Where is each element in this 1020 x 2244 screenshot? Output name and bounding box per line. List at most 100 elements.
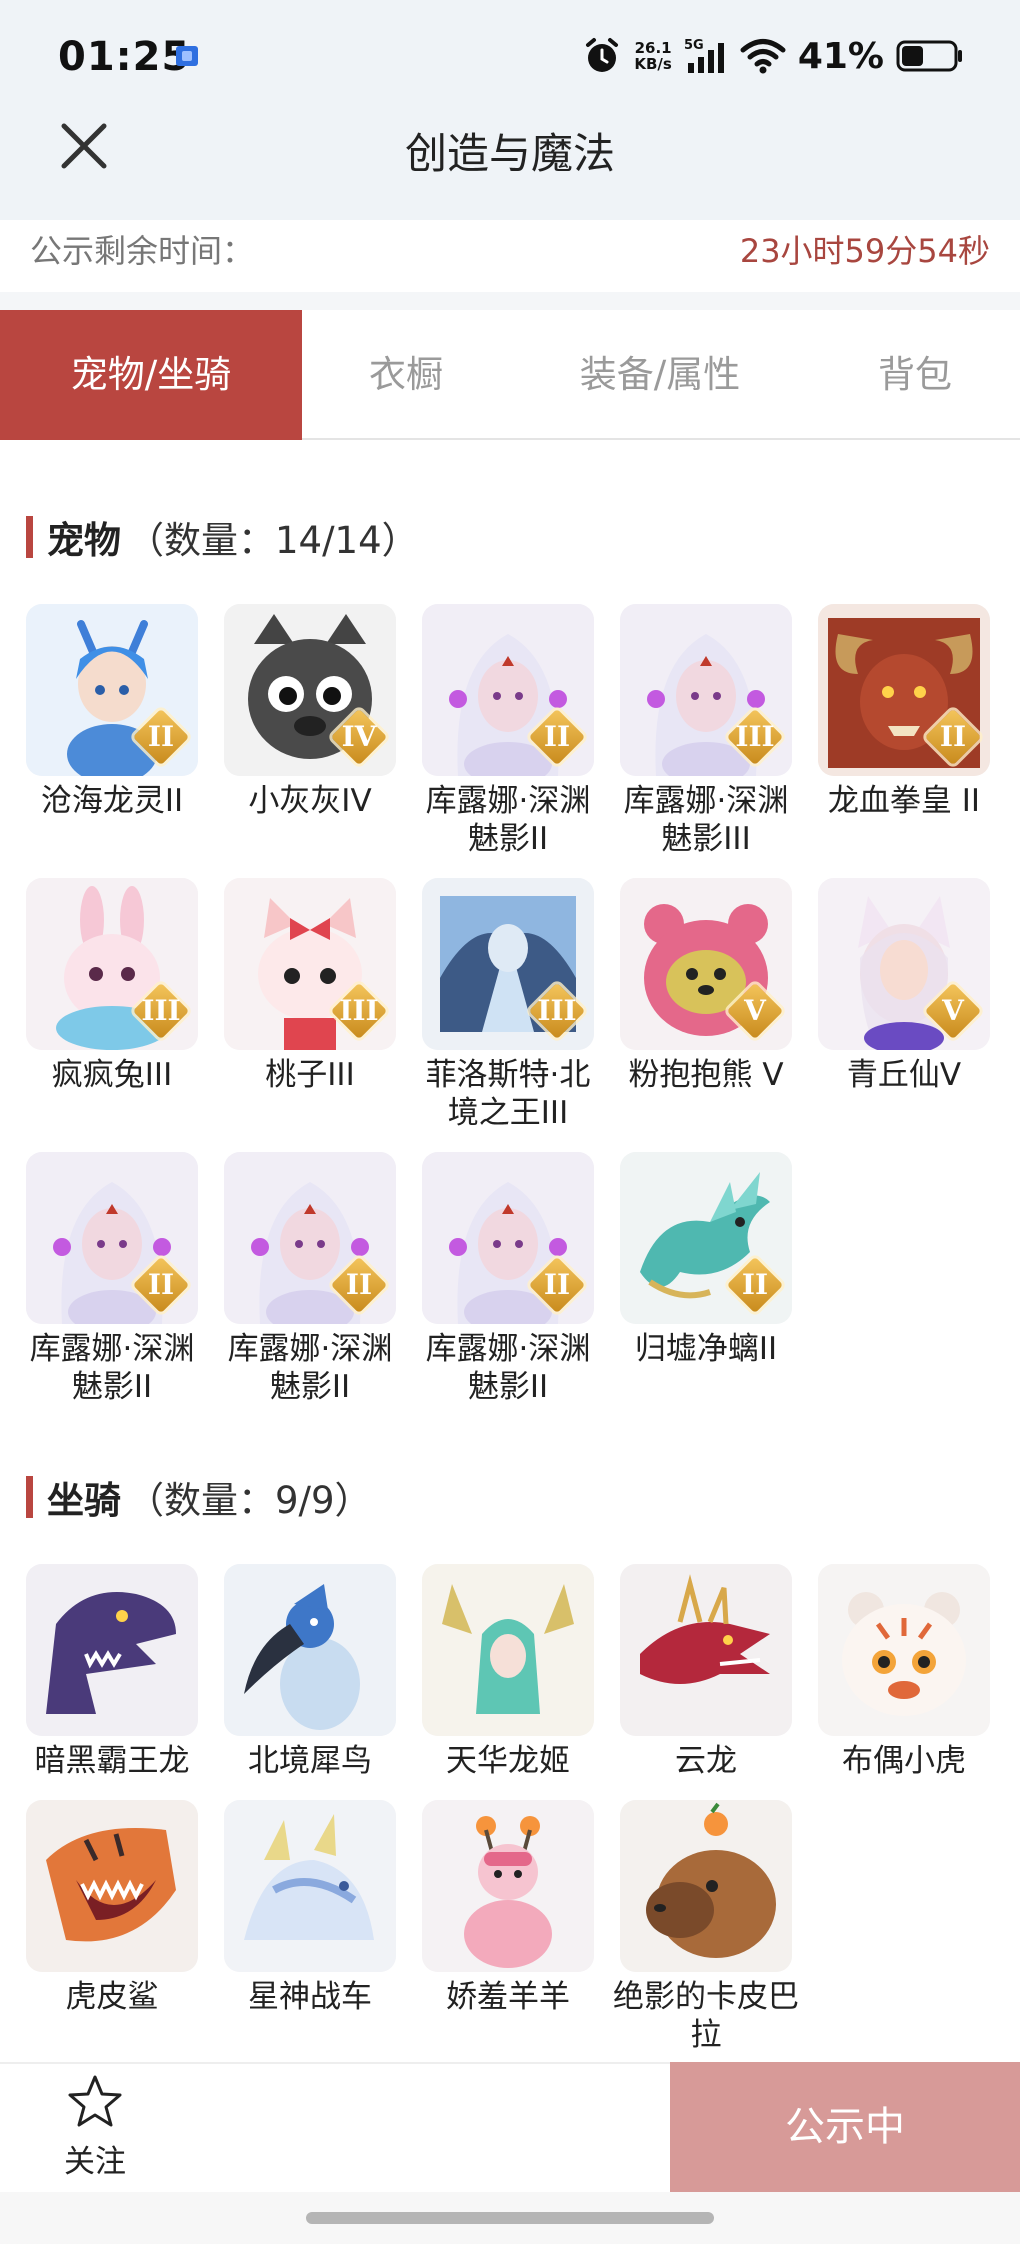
pet-item[interactable]: III 库露娜·深渊魅影III: [620, 604, 792, 858]
level-badge: III: [726, 708, 784, 766]
pet-name: 沧海龙灵II: [40, 783, 184, 819]
badge-level-text: II: [147, 720, 175, 753]
badge-level-text: II: [147, 1268, 175, 1301]
badge-level-text: III: [141, 994, 181, 1027]
pet-item[interactable]: II 库露娜·深渊魅影II: [422, 604, 594, 858]
pet-item[interactable]: II 库露娜·深渊魅影II: [422, 1152, 594, 1406]
mount-name: 云龙: [675, 1743, 737, 1779]
section-accent-bar: [26, 516, 33, 558]
pet-name: 菲洛斯特·北境之王III: [425, 1057, 591, 1131]
network-type-label: 5G: [684, 38, 704, 53]
pet-thumbnail: III: [224, 878, 396, 1050]
pet-thumbnail: II: [620, 1152, 792, 1324]
pet-name: 库露娜·深渊魅影II: [425, 783, 591, 857]
badge-level-text: II: [939, 720, 967, 753]
network-speed-unit: KB/s: [634, 55, 672, 73]
publish-status-button[interactable]: 公示中: [670, 2062, 1020, 2192]
remaining-time-row: 公示剩余时间： 23小时59分54秒: [0, 220, 1020, 292]
pet-item[interactable]: V 青丘仙V: [818, 878, 990, 1094]
badge-level-text: II: [345, 1268, 373, 1301]
level-badge: II: [528, 1256, 586, 1314]
capybara-image: [620, 1800, 792, 1972]
mount-name: 暗黑霸王龙: [34, 1743, 190, 1779]
pet-item[interactable]: II 库露娜·深渊魅影II: [26, 1152, 198, 1406]
badge-level-text: V: [744, 994, 766, 1027]
tab-pets-mounts[interactable]: 宠物/坐骑: [0, 310, 302, 440]
mount-item[interactable]: 布偶小虎: [818, 1564, 990, 1780]
pet-item[interactable]: IV 小灰灰IV: [224, 604, 396, 820]
mount-thumbnail: [422, 1564, 594, 1736]
level-badge: II: [528, 708, 586, 766]
mount-name: 天华龙姬: [446, 1743, 570, 1779]
pet-item[interactable]: III 疯疯兔III: [26, 878, 198, 1094]
pet-item[interactable]: II 归墟净螭II: [620, 1152, 792, 1368]
pet-item[interactable]: II 龙血拳皇 II: [818, 604, 990, 820]
mount-thumbnail: [26, 1800, 198, 1972]
pet-item[interactable]: III 桃子III: [224, 878, 396, 1094]
mounts-section-count: （数量：9/9）: [127, 1479, 372, 1522]
pet-thumbnail: II: [26, 1152, 198, 1324]
mount-item[interactable]: 云龙: [620, 1564, 792, 1780]
tab-wardrobe[interactable]: 衣橱: [302, 310, 510, 440]
tab-equipment-attributes[interactable]: 装备/属性: [510, 310, 810, 440]
status-indicators: 26.1 KB/s 5G 41%: [582, 34, 964, 78]
pet-thumbnail: II: [422, 1152, 594, 1324]
level-badge: II: [132, 1256, 190, 1314]
badge-level-text: II: [543, 720, 571, 753]
pet-name: 库露娜·深渊魅影II: [425, 1331, 591, 1405]
level-badge: V: [924, 982, 982, 1040]
mount-item[interactable]: 天华龙姬: [422, 1564, 594, 1780]
pet-thumbnail: IV: [224, 604, 396, 776]
pet-thumbnail: III: [620, 604, 792, 776]
pet-item[interactable]: II 沧海龙灵II: [26, 604, 198, 820]
mount-thumbnail: [620, 1800, 792, 1972]
pet-thumbnail: V: [620, 878, 792, 1050]
badge-level-text: II: [741, 1268, 769, 1301]
follow-button[interactable]: 关注: [50, 2072, 140, 2181]
level-badge: III: [132, 982, 190, 1040]
pet-item[interactable]: V 粉抱抱熊 V: [620, 878, 792, 1094]
mount-item[interactable]: 虎皮鲨: [26, 1800, 198, 2016]
mount-thumbnail: [224, 1800, 396, 1972]
pet-name: 龙血拳皇 II: [827, 783, 981, 819]
mount-item[interactable]: 娇羞羊羊: [422, 1800, 594, 2016]
pet-thumbnail: V: [818, 878, 990, 1050]
level-badge: II: [726, 1256, 784, 1314]
mount-thumbnail: [818, 1564, 990, 1736]
mount-item[interactable]: 星神战车: [224, 1800, 396, 2016]
pet-item[interactable]: III 菲洛斯特·北境之王III: [422, 878, 594, 1132]
mount-thumbnail: [422, 1800, 594, 1972]
pet-name: 库露娜·深渊魅影II: [29, 1331, 195, 1405]
mount-name: 北境犀鸟: [248, 1743, 372, 1779]
wifi-icon: [740, 39, 786, 74]
pets-section-title: 宠物: [47, 519, 121, 562]
network-speed-value: 26.1: [634, 39, 672, 57]
tab-backpack[interactable]: 背包: [810, 310, 1020, 440]
mount-item[interactable]: 北境犀鸟: [224, 1564, 396, 1780]
pet-thumbnail: II: [422, 604, 594, 776]
mount-item[interactable]: 绝影的卡皮巴拉: [613, 1800, 799, 2054]
mounts-section-title: 坐骑: [47, 1479, 121, 1522]
badge-level-text: IV: [341, 720, 377, 753]
pets-section-count: （数量：14/14）: [127, 519, 419, 562]
pet-thumbnail: III: [26, 878, 198, 1050]
home-indicator[interactable]: [306, 2212, 714, 2224]
level-badge: V: [726, 982, 784, 1040]
badge-level-text: III: [735, 720, 775, 753]
mount-item[interactable]: 暗黑霸王龙: [26, 1564, 198, 1780]
badge-level-text: III: [537, 994, 577, 1027]
purple-trex-image: [26, 1564, 198, 1736]
plush-tiger-image: [818, 1564, 990, 1736]
follow-label: 关注: [64, 2144, 126, 2180]
badge-level-text: II: [543, 1268, 571, 1301]
badge-level-text: III: [339, 994, 379, 1027]
level-badge: III: [528, 982, 586, 1040]
pet-thumbnail: III: [422, 878, 594, 1050]
mount-name: 绝影的卡皮巴拉: [613, 1979, 799, 2053]
pet-thumbnail: II: [26, 604, 198, 776]
level-badge: II: [330, 1256, 388, 1314]
pet-item[interactable]: II 库露娜·深渊魅影II: [224, 1152, 396, 1406]
pet-name: 库露娜·深渊魅影III: [623, 783, 789, 857]
battery-percent: 41%: [797, 35, 884, 77]
app-notification-icon: [176, 46, 198, 66]
